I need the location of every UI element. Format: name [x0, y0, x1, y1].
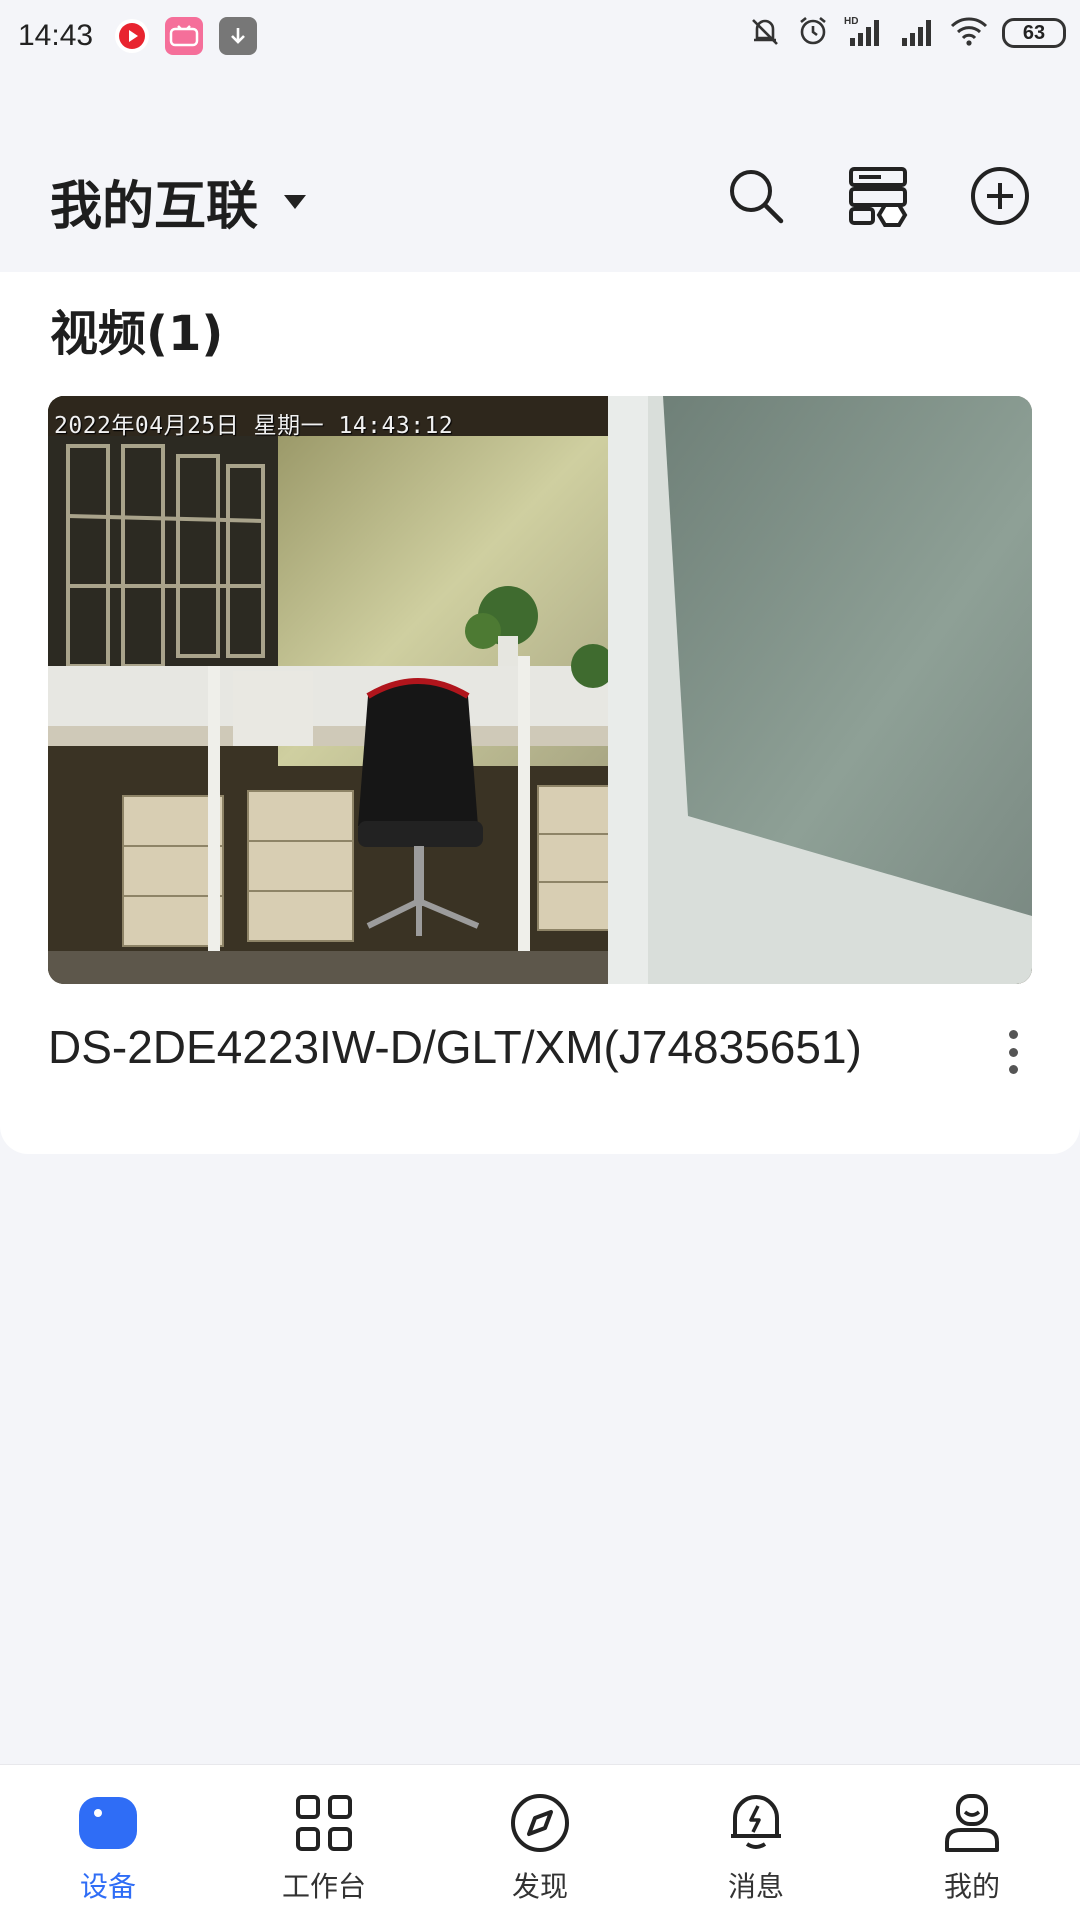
workspace-selector[interactable]: 我的互联 [50, 164, 307, 239]
bilibili-icon [165, 17, 204, 55]
bottom-nav: 设备 工作台 发现 消息 我的 [0, 1764, 1080, 1920]
video-preview[interactable]: 2022年04月25日 星期一 14:43:12 [48, 396, 1032, 984]
compass-icon [508, 1791, 572, 1855]
nav-item-workbench[interactable]: 工作台 [234, 1765, 414, 1920]
app-header: 我的互联 [0, 140, 1080, 272]
screen: 14:43 HD 63 我的互联 视频(1) 2022年04月25日 星期一 1… [0, 0, 1080, 1920]
add-icon [971, 167, 1029, 225]
device-list-card: 视频(1) 2022年04月25日 星期一 14:43:12 DS-2DE422… [0, 272, 1080, 1154]
status-time: 14:43 [18, 19, 94, 52]
page-title: 我的互联 [50, 177, 259, 237]
section-title: 视频(1) [50, 306, 224, 362]
more-dot-icon [1008, 1065, 1018, 1074]
nav-item-device[interactable]: 设备 [18, 1765, 198, 1920]
more-options-button[interactable] [998, 1024, 1028, 1080]
notification-icons [115, 17, 258, 55]
svg-text:HD: HD [844, 16, 858, 27]
nav-item-profile[interactable]: 我的 [882, 1765, 1062, 1920]
bell-icon [724, 1791, 788, 1855]
battery-icon: 63 [1002, 18, 1066, 48]
add-button[interactable] [968, 164, 1032, 228]
camera-snapshot-image [48, 396, 1032, 984]
alarm-icon [796, 14, 830, 52]
device-name[interactable]: DS-2DE4223IW-D/GLT/XM(J74835651) [48, 1020, 862, 1074]
status-icons: HD 63 [748, 14, 1066, 52]
header-actions [724, 164, 1032, 228]
video-timestamp-overlay: 2022年04月25日 星期一 14:43:12 [54, 413, 454, 439]
video-app-icon [115, 19, 150, 53]
caret-down-icon [284, 194, 307, 209]
download-icon [219, 17, 258, 55]
nav-item-discover[interactable]: 发现 [450, 1765, 630, 1920]
workbench-icon [292, 1791, 356, 1855]
nav-label: 发现 [511, 1870, 568, 1903]
device-manage-button[interactable] [846, 164, 910, 228]
mute-icon [748, 14, 782, 52]
search-icon [730, 170, 784, 224]
device-manage-icon [849, 167, 908, 227]
wifi-icon [950, 14, 988, 52]
signal-icon [900, 14, 936, 52]
nav-label: 我的 [943, 1870, 1000, 1903]
profile-icon [940, 1791, 1004, 1855]
hd-signal-icon: HD [844, 14, 886, 52]
more-dot-icon [1008, 1030, 1018, 1039]
device-icon [76, 1791, 140, 1855]
more-dot-icon [1008, 1047, 1018, 1057]
status-bar: 14:43 HD 63 [0, 0, 1080, 72]
nav-label: 消息 [727, 1870, 784, 1903]
nav-item-messages[interactable]: 消息 [666, 1765, 846, 1920]
nav-label: 设备 [79, 1870, 136, 1903]
search-button[interactable] [724, 164, 788, 228]
nav-label: 工作台 [281, 1870, 366, 1903]
